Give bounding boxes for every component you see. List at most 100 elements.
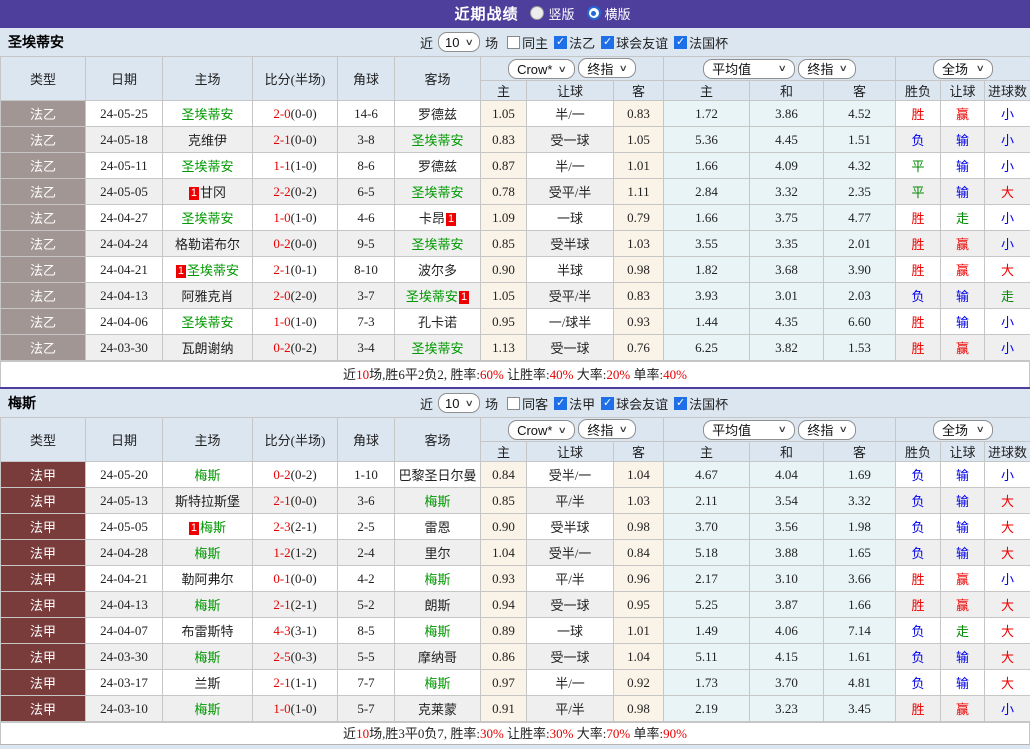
avg-draw-cell: 4.15 xyxy=(750,644,824,670)
away-team-cell: 梅斯 xyxy=(395,618,481,644)
filter-checkbox[interactable]: ✓法国杯 xyxy=(674,33,728,52)
radio-icon[interactable] xyxy=(587,6,601,20)
team-name: 圣埃蒂安 xyxy=(181,159,233,174)
avg-draw-cell: 4.09 xyxy=(750,153,824,179)
checkbox-checked-icon[interactable]: ✓ xyxy=(554,397,567,410)
halftime-score: (0-0) xyxy=(291,132,317,147)
fulltime-select[interactable]: 全场∨ xyxy=(933,420,993,440)
home-odds-cell: 0.90 xyxy=(481,257,527,283)
layout-radio-vertical[interactable]: 竖版 xyxy=(530,4,574,23)
result-cell: 平 xyxy=(896,179,941,205)
summary-stat-value: 30% xyxy=(480,726,504,741)
filter-checkbox[interactable]: 同主 xyxy=(507,33,548,52)
team-name: 圣埃蒂安 xyxy=(187,263,239,278)
match-row: 法甲24-05-20梅斯0-2(0-2)1-10巴黎圣日尔曼0.84受半/一1.… xyxy=(1,462,1030,488)
home-odds-cell: 0.85 xyxy=(481,231,527,257)
checkbox-unchecked-icon[interactable] xyxy=(507,397,520,410)
odds-stage-select[interactable]: 终指∨ xyxy=(578,58,636,78)
date-cell: 24-04-24 xyxy=(86,231,163,257)
away-odds-cell: 1.04 xyxy=(614,644,664,670)
average-select[interactable]: 平均值∨ xyxy=(703,420,795,440)
halftime-score: (0-0) xyxy=(291,106,317,121)
subheader-home-odds: 主 xyxy=(481,442,527,462)
team-name: 梅斯 xyxy=(424,624,450,639)
subheader-home-odds: 主 xyxy=(481,81,527,101)
filter-checkbox[interactable]: ✓法甲 xyxy=(554,394,595,413)
home-team-cell: 圣埃蒂安 xyxy=(163,205,253,231)
recent-count-select[interactable]: 10∨ xyxy=(438,393,480,413)
bookmaker-select[interactable]: Crow*∨ xyxy=(508,59,575,79)
odds-stage-select[interactable]: 终指∨ xyxy=(578,419,636,439)
checkbox-checked-icon[interactable]: ✓ xyxy=(554,36,567,49)
result-cell: 负 xyxy=(896,670,941,696)
subheader-avg-home: 主 xyxy=(664,81,750,101)
date-cell: 24-05-11 xyxy=(86,153,163,179)
layout-radio-horizontal[interactable]: 横版 xyxy=(587,4,631,23)
handicap-cell: 受半球 xyxy=(527,514,614,540)
recent-count-select[interactable]: 10∨ xyxy=(438,32,480,52)
filter-checkbox[interactable]: ✓球会友谊 xyxy=(601,394,668,413)
team-name: 梅斯 xyxy=(194,468,220,483)
team-name: 克莱蒙 xyxy=(418,702,457,717)
league-cell: 法乙 xyxy=(1,283,86,309)
average-select[interactable]: 平均值∨ xyxy=(703,59,795,79)
col-header-score: 比分(半场) xyxy=(253,57,338,101)
avg-draw-cell: 4.35 xyxy=(750,309,824,335)
rank-badge: 1 xyxy=(446,213,456,226)
avg-away-cell: 4.32 xyxy=(824,153,896,179)
corners-cell: 8-6 xyxy=(338,153,395,179)
odds-stage-select[interactable]: 终指∨ xyxy=(798,420,856,440)
rank-badge: 1 xyxy=(189,187,199,200)
home-odds-cell: 0.95 xyxy=(481,309,527,335)
team-name: 里尔 xyxy=(424,546,450,561)
goals-result-cell: 小 xyxy=(985,309,1030,335)
result-cell: 负 xyxy=(896,127,941,153)
chevron-down-icon: ∨ xyxy=(778,424,787,435)
filter-checkbox[interactable]: ✓法国杯 xyxy=(674,394,728,413)
filter-checkbox[interactable]: ✓球会友谊 xyxy=(601,33,668,52)
away-team-cell: 圣埃蒂安 xyxy=(395,335,481,361)
goals-result-cell: 小 xyxy=(985,335,1030,361)
fulltime-score: 1-1 xyxy=(273,158,290,173)
filter-checkbox-group: 同主✓法乙✓球会友谊✓法国杯 xyxy=(507,33,728,52)
summary-text: 大率: xyxy=(574,726,607,741)
checkbox-checked-icon[interactable]: ✓ xyxy=(601,397,614,410)
avg-home-cell: 1.44 xyxy=(664,309,750,335)
away-team-cell: 圣埃蒂安1 xyxy=(395,283,481,309)
fulltime-score: 2-1 xyxy=(273,493,290,508)
filter-label: 法乙 xyxy=(569,33,595,52)
handicap-cell: 受一球 xyxy=(527,644,614,670)
odds-stage-select[interactable]: 终指∨ xyxy=(798,59,856,79)
team-name: 圣埃蒂安 xyxy=(181,107,233,122)
away-team-cell: 圣埃蒂安 xyxy=(395,231,481,257)
avg-away-cell: 1.66 xyxy=(824,592,896,618)
avg-away-cell: 4.77 xyxy=(824,205,896,231)
date-cell: 24-03-30 xyxy=(86,335,163,361)
checkbox-unchecked-icon[interactable] xyxy=(507,36,520,49)
next-section-strip xyxy=(0,744,1030,749)
result-cell: 胜 xyxy=(896,335,941,361)
avg-home-cell: 3.70 xyxy=(664,514,750,540)
home-team-cell: 瓦朗谢纳 xyxy=(163,335,253,361)
recent-matches-table: 类型 日期 主场 比分(半场) 角球 客场 Crow*∨ 终指∨ 平均值∨ 终指… xyxy=(0,56,1030,361)
radio-icon[interactable] xyxy=(530,6,544,20)
subheader-handicap: 让球 xyxy=(527,81,614,101)
team-name: 梅斯 xyxy=(200,520,226,535)
bookmaker-select[interactable]: Crow*∨ xyxy=(508,420,575,440)
checkbox-checked-icon[interactable]: ✓ xyxy=(674,397,687,410)
fulltime-select[interactable]: 全场∨ xyxy=(933,59,993,79)
team-name: 梅斯 xyxy=(194,650,220,665)
team-name: 克维伊 xyxy=(188,133,227,148)
team-name: 巴黎圣日尔曼 xyxy=(398,468,476,483)
league-cell: 法乙 xyxy=(1,231,86,257)
date-cell: 24-03-30 xyxy=(86,644,163,670)
col-header-type: 类型 xyxy=(1,57,86,101)
subheader-handicap: 让球 xyxy=(527,442,614,462)
filter-checkbox[interactable]: 同客 xyxy=(507,394,548,413)
checkbox-checked-icon[interactable]: ✓ xyxy=(601,36,614,49)
checkbox-checked-icon[interactable]: ✓ xyxy=(674,36,687,49)
avg-draw-cell: 3.10 xyxy=(750,566,824,592)
filter-checkbox[interactable]: ✓法乙 xyxy=(554,33,595,52)
avg-home-cell: 1.66 xyxy=(664,153,750,179)
subheader-handicap-result: 让球 xyxy=(941,81,985,101)
